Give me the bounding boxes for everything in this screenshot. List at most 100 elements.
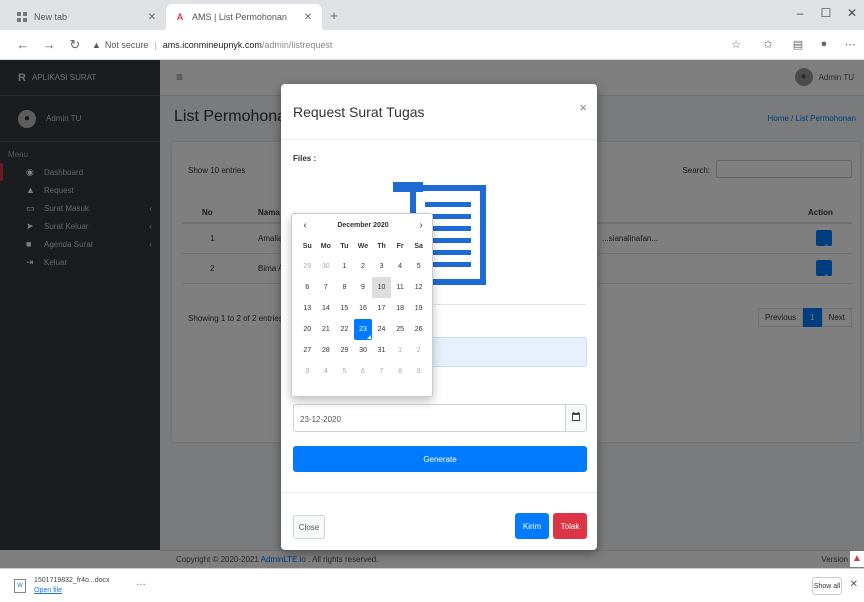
favorites-icon[interactable]: ✩ bbox=[760, 38, 776, 52]
chevron-left-icon[interactable]: ‹ bbox=[298, 220, 312, 231]
datepicker-day[interactable]: 3 bbox=[298, 361, 317, 382]
collections-icon[interactable]: ▤ bbox=[790, 38, 806, 52]
modal-footer: Close Kirim Tolak bbox=[281, 492, 597, 550]
window-close-button[interactable]: ✕ bbox=[842, 6, 862, 20]
datepicker-day[interactable]: 8 bbox=[391, 361, 410, 382]
close-icon[interactable]: ✕ bbox=[850, 579, 858, 590]
datepicker-week: 6 7 8 9 10 11 12 bbox=[298, 277, 428, 298]
datepicker-day[interactable]: 22 bbox=[335, 319, 354, 340]
datepicker-week: 20 21 22 23 24 25 26 bbox=[298, 319, 428, 340]
datepicker-day[interactable]: 19 bbox=[409, 298, 428, 319]
datepicker-day[interactable]: 5 bbox=[335, 361, 354, 382]
datepicker-day[interactable]: 29 bbox=[298, 256, 317, 277]
datepicker-day[interactable]: 24 bbox=[372, 319, 391, 340]
datepicker-week: 13 14 15 16 17 18 19 bbox=[298, 298, 428, 319]
weekday-label: We bbox=[357, 243, 369, 250]
more-menu-icon[interactable]: ⋯ bbox=[842, 38, 858, 52]
datepicker-day[interactable]: 30 bbox=[317, 256, 336, 277]
star-icon[interactable]: ☆ bbox=[728, 38, 744, 52]
download-bar: W 1501719832_fr4o...docx Open file … Sho… bbox=[0, 568, 864, 602]
more-icon[interactable]: … bbox=[136, 577, 146, 588]
tab-close-icon[interactable]: ✕ bbox=[302, 12, 314, 23]
warning-icon: ▲ bbox=[92, 40, 101, 50]
calendar-button[interactable] bbox=[565, 404, 587, 432]
tab-close-icon[interactable]: ✕ bbox=[146, 12, 158, 23]
download-item[interactable]: W 1501719832_fr4o...docx Open file bbox=[14, 573, 154, 599]
calendar-icon bbox=[572, 412, 580, 424]
datepicker-day[interactable]: 6 bbox=[298, 277, 317, 298]
datepicker-day[interactable]: 20 bbox=[298, 319, 317, 340]
url-host: ams.iconmineupnyk.com bbox=[162, 40, 262, 50]
datepicker-day[interactable]: 27 bbox=[298, 340, 317, 361]
chevron-up-icon[interactable]: ▲ bbox=[850, 551, 864, 567]
datepicker-day[interactable]: 31 bbox=[372, 340, 391, 361]
tolak-button[interactable]: Tolak bbox=[553, 513, 587, 539]
datepicker-day[interactable]: 1 bbox=[335, 256, 354, 277]
datepicker-day[interactable]: 15 bbox=[335, 298, 354, 319]
generate-button[interactable]: Generate bbox=[293, 446, 587, 472]
datepicker-grid: Su Mo Tu We Th Fr Sa 29 30 1 2 3 4 5 6 7 8 9 10 11 12 13 14 15… bbox=[298, 238, 428, 382]
datepicker-day[interactable]: 11 bbox=[391, 277, 410, 298]
back-arrow-icon[interactable]: ← bbox=[14, 37, 32, 53]
datepicker-day[interactable]: 4 bbox=[391, 256, 410, 277]
datepicker-day[interactable]: 7 bbox=[317, 277, 336, 298]
tab-label: New tab bbox=[34, 12, 68, 22]
a-icon: A bbox=[176, 12, 184, 22]
datepicker-day[interactable]: 14 bbox=[317, 298, 336, 319]
word-file-icon: W bbox=[14, 579, 26, 593]
security-label: Not secure bbox=[104, 40, 149, 50]
date-input[interactable]: 23-12-2020 bbox=[293, 404, 565, 432]
datepicker-day[interactable]: 5 bbox=[409, 256, 428, 277]
datepicker-day[interactable]: 7 bbox=[372, 361, 391, 382]
datepicker-day[interactable]: 29 bbox=[335, 340, 354, 361]
url-input[interactable]: ▲ Not secure | ams.iconmineupnyk.com /ad… bbox=[92, 36, 712, 54]
datepicker-day[interactable]: 10 bbox=[372, 277, 391, 298]
show-all-button[interactable]: Show all bbox=[812, 577, 842, 595]
new-tab-button[interactable]: + bbox=[326, 8, 342, 24]
datepicker-day[interactable]: 18 bbox=[391, 298, 410, 319]
browser-tab-bar: New tab ✕ A AMS | List Permohonan ✕ + – … bbox=[0, 0, 864, 30]
browser-tab-new-tab[interactable]: New tab ✕ bbox=[8, 4, 166, 30]
profile-icon[interactable]: ● bbox=[816, 38, 832, 52]
datepicker-day[interactable]: 9 bbox=[354, 277, 373, 298]
weekday-label: Mo bbox=[320, 243, 331, 250]
datepicker-day[interactable]: 21 bbox=[317, 319, 336, 340]
tab-label: AMS | List Permohonan bbox=[192, 12, 287, 22]
datepicker-day[interactable]: 25 bbox=[391, 319, 410, 340]
datepicker-day[interactable]: 30 bbox=[354, 340, 373, 361]
datepicker-day[interactable]: 8 bbox=[335, 277, 354, 298]
datepicker-day-selected[interactable]: 23 bbox=[353, 319, 373, 340]
datepicker-day[interactable]: 13 bbox=[298, 298, 317, 319]
datepicker-day[interactable]: 4 bbox=[317, 361, 336, 382]
open-file-link[interactable]: Open file bbox=[34, 586, 110, 596]
datepicker-day[interactable]: 1 bbox=[391, 340, 410, 361]
datepicker-day[interactable]: 9 bbox=[409, 361, 428, 382]
weekday-label: Su bbox=[302, 243, 312, 250]
datepicker-day[interactable]: 2 bbox=[354, 256, 373, 277]
modal-header: Request Surat Tugas × bbox=[281, 84, 597, 140]
maximize-button[interactable]: ☐ bbox=[816, 6, 836, 20]
weekday-label: Fr bbox=[396, 243, 404, 250]
chevron-right-icon[interactable]: › bbox=[414, 220, 428, 231]
reload-icon[interactable]: ↻ bbox=[66, 37, 84, 53]
weekday-label: Tu bbox=[340, 243, 349, 250]
close-button[interactable]: Close bbox=[293, 515, 325, 539]
datepicker-day[interactable]: 3 bbox=[372, 256, 391, 277]
datepicker-day[interactable]: 12 bbox=[409, 277, 428, 298]
datepicker-day[interactable]: 6 bbox=[354, 361, 373, 382]
datepicker-day[interactable]: 16 bbox=[354, 298, 373, 319]
datepicker-month[interactable]: December 2020 bbox=[316, 222, 410, 229]
weekday-label: Sa bbox=[414, 243, 423, 250]
datepicker-weekdays: Su Mo Tu We Th Fr Sa bbox=[298, 238, 428, 256]
kirim-button[interactable]: Kirim bbox=[515, 513, 549, 539]
close-icon[interactable]: × bbox=[579, 100, 587, 115]
datepicker-day[interactable]: 2 bbox=[409, 340, 428, 361]
minimize-button[interactable]: – bbox=[790, 6, 810, 20]
datepicker-day[interactable]: 17 bbox=[372, 298, 391, 319]
weekday-label: Th bbox=[377, 243, 386, 250]
browser-tab-list-permohonan[interactable]: A AMS | List Permohonan ✕ bbox=[166, 4, 322, 30]
datepicker-day[interactable]: 28 bbox=[317, 340, 336, 361]
datepicker-day[interactable]: 26 bbox=[409, 319, 428, 340]
forward-arrow-icon[interactable]: → bbox=[40, 37, 58, 53]
grid-icon bbox=[16, 11, 28, 23]
